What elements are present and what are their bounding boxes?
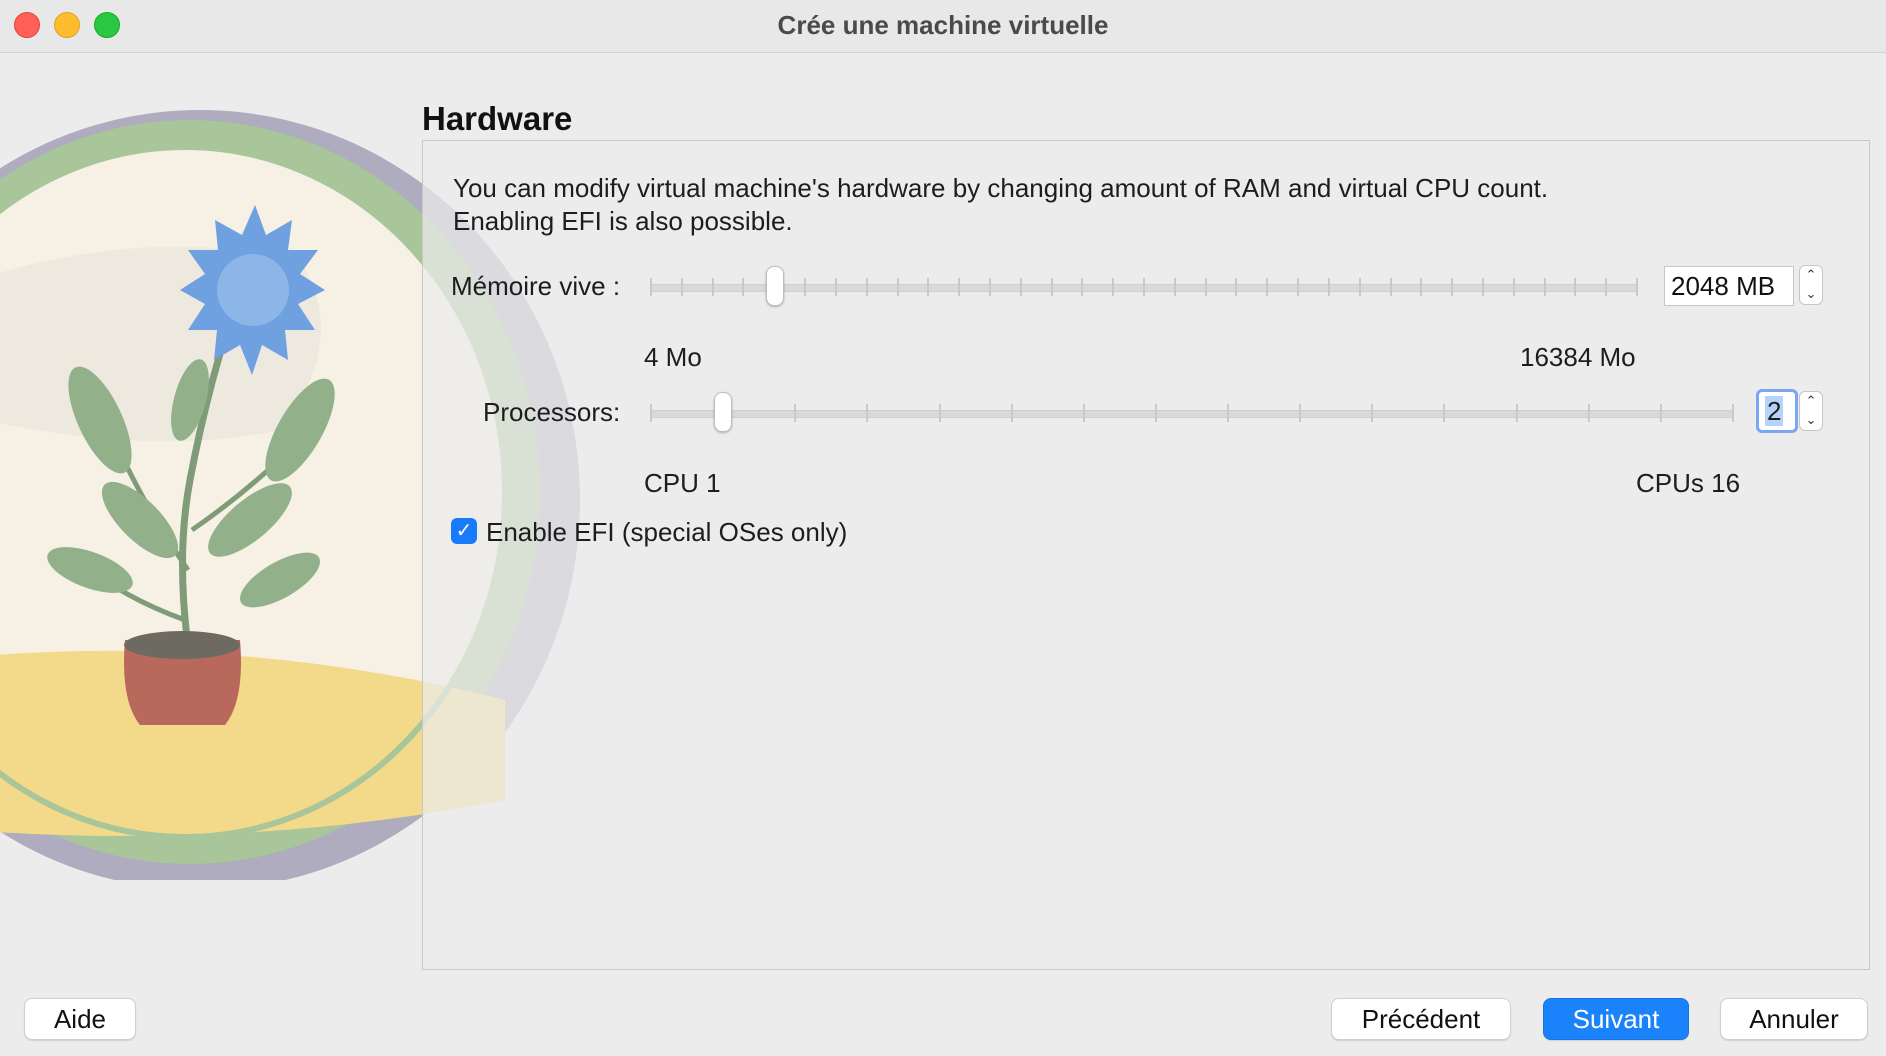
memory-label: Mémoire vive : (451, 271, 621, 301)
slider-tick (1516, 404, 1518, 422)
efi-checkbox[interactable]: ✓ (451, 518, 477, 544)
slider-tick (1574, 278, 1576, 296)
help-button[interactable]: Aide (24, 998, 136, 1040)
title-bar: Crée une machine virtuelle (0, 0, 1886, 53)
slider-tick (1588, 404, 1590, 422)
processors-value-field[interactable]: 2 (1756, 389, 1798, 433)
processors-value: 2 (1765, 396, 1784, 426)
cancel-button[interactable]: Annuler (1720, 998, 1868, 1040)
chevron-up-icon[interactable]: ⌃ (1806, 393, 1817, 410)
slider-tick (1174, 278, 1176, 296)
slider-tick (989, 278, 991, 296)
slider-tick (1011, 404, 1013, 422)
slider-tick (1513, 278, 1515, 296)
slider-tick (1420, 278, 1422, 296)
slider-tick (1660, 404, 1662, 422)
description-line: Enabling EFI is also possible. (453, 206, 793, 236)
memory-stepper[interactable]: ⌃ ⌄ (1799, 265, 1823, 305)
slider-tick (897, 278, 899, 296)
memory-min-label: 4 Mo (644, 342, 702, 372)
slider-tick (835, 278, 837, 296)
slider-tick (1390, 278, 1392, 296)
memory-value: 2048 MB (1671, 271, 1776, 301)
slider-tick (866, 404, 868, 422)
slider-tick (1112, 278, 1114, 296)
processors-max-label: CPUs 16 (1636, 468, 1741, 498)
slider-tick (1227, 404, 1229, 422)
slider-tick (1051, 278, 1053, 296)
slider-tick (939, 404, 941, 422)
memory-max-label: 16384 Mo (1520, 342, 1636, 372)
slider-tick (1371, 404, 1373, 422)
slider-tick (742, 278, 744, 296)
processors-min-label: CPU 1 (644, 468, 721, 498)
memory-slider[interactable] (650, 266, 1638, 306)
slider-tick (804, 278, 806, 296)
checkmark-icon: ✓ (455, 520, 473, 542)
hardware-panel (422, 140, 1870, 970)
slider-tick (1636, 278, 1638, 296)
processors-slider-track (650, 410, 1734, 418)
slider-tick (1083, 404, 1085, 422)
chevron-down-icon[interactable]: ⌄ (1806, 412, 1817, 429)
next-button[interactable]: Suivant (1543, 998, 1689, 1040)
slider-tick (712, 278, 714, 296)
slider-tick (1451, 278, 1453, 296)
processors-slider[interactable] (650, 392, 1734, 432)
slider-tick (958, 278, 960, 296)
slider-tick (1328, 278, 1330, 296)
slider-tick (1081, 278, 1083, 296)
window-title: Crée une machine virtuelle (777, 10, 1109, 40)
processors-label: Processors: (483, 397, 621, 427)
slider-tick (1205, 278, 1207, 296)
slider-tick (1443, 404, 1445, 422)
processors-slider-thumb[interactable] (714, 392, 732, 432)
slider-tick (1299, 404, 1301, 422)
description: You can modify virtual machine's hardwar… (453, 172, 1853, 238)
slider-tick (1732, 404, 1734, 422)
slider-tick (1143, 278, 1145, 296)
section-title: Hardware (422, 100, 573, 137)
chevron-up-icon[interactable]: ⌃ (1806, 267, 1817, 284)
processors-stepper[interactable]: ⌃ ⌄ (1799, 391, 1823, 431)
slider-tick (1297, 278, 1299, 296)
slider-tick (1482, 278, 1484, 296)
slider-tick (1235, 278, 1237, 296)
efi-label[interactable]: Enable EFI (special OSes only) (486, 517, 847, 548)
slider-tick (927, 278, 929, 296)
slider-tick (1266, 278, 1268, 296)
slider-tick (650, 404, 652, 422)
slider-tick (650, 278, 652, 296)
description-line: You can modify virtual machine's hardwar… (453, 173, 1549, 203)
memory-slider-thumb[interactable] (766, 266, 784, 306)
slider-tick (1155, 404, 1157, 422)
slider-tick (1020, 278, 1022, 296)
memory-value-field[interactable]: 2048 MB (1664, 266, 1794, 306)
slider-tick (1359, 278, 1361, 296)
slider-tick (794, 404, 796, 422)
slider-tick (1605, 278, 1607, 296)
slider-tick (681, 278, 683, 296)
slider-tick (866, 278, 868, 296)
previous-button[interactable]: Précédent (1331, 998, 1511, 1040)
chevron-down-icon[interactable]: ⌄ (1806, 286, 1817, 303)
slider-tick (1544, 278, 1546, 296)
